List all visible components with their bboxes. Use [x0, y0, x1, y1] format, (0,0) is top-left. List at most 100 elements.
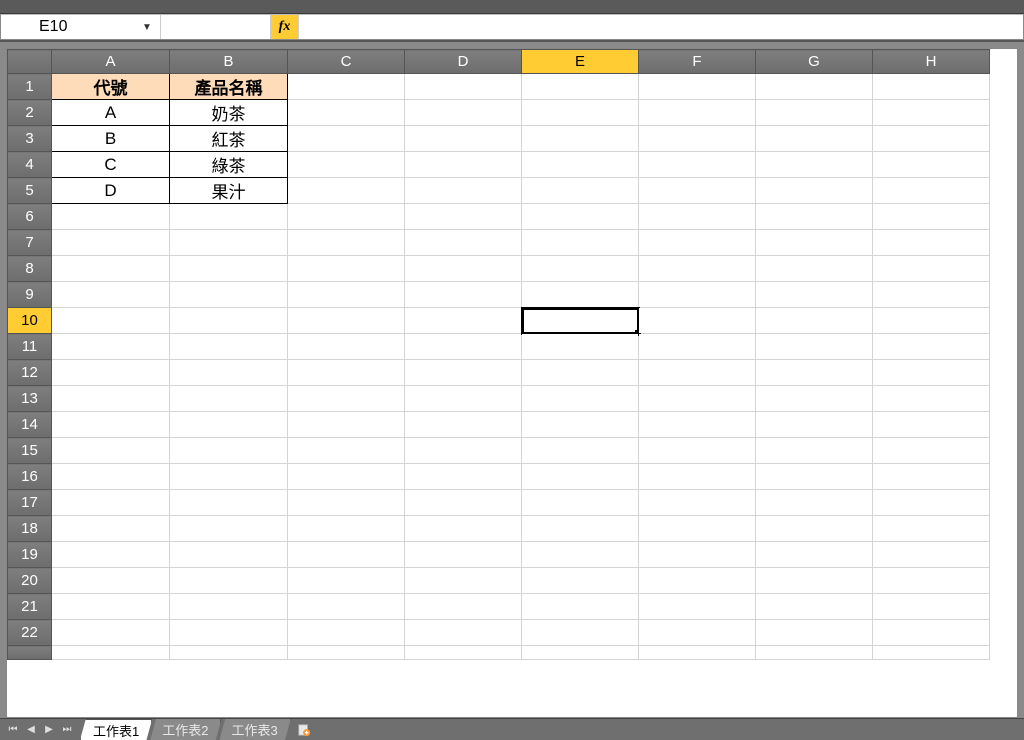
cell-D16[interactable]: [405, 464, 522, 490]
cell-F10[interactable]: [639, 308, 756, 334]
cell-G14[interactable]: [756, 412, 873, 438]
tab-next-icon[interactable]: ▶: [42, 723, 56, 737]
cell-D15[interactable]: [405, 438, 522, 464]
cell-A4[interactable]: C: [52, 152, 170, 178]
cell-G1[interactable]: [756, 74, 873, 100]
cell-C17[interactable]: [288, 490, 405, 516]
cell-A8[interactable]: [52, 256, 170, 282]
cell-D10[interactable]: [405, 308, 522, 334]
cell-C1[interactable]: [288, 74, 405, 100]
cell-E11[interactable]: [522, 334, 639, 360]
cell-H2[interactable]: [873, 100, 990, 126]
cell-B11[interactable]: [170, 334, 288, 360]
cell-F20[interactable]: [639, 568, 756, 594]
row-header-22[interactable]: 22: [8, 620, 52, 646]
cell-D8[interactable]: [405, 256, 522, 282]
cell-B14[interactable]: [170, 412, 288, 438]
cell-H5[interactable]: [873, 178, 990, 204]
cell-H21[interactable]: [873, 594, 990, 620]
cell-E20[interactable]: [522, 568, 639, 594]
new-sheet-button[interactable]: [289, 719, 319, 740]
cell-G20[interactable]: [756, 568, 873, 594]
cell-H7[interactable]: [873, 230, 990, 256]
cell-A1[interactable]: 代號: [52, 74, 170, 100]
insert-function-button[interactable]: fx: [271, 15, 299, 39]
cell-D-partial[interactable]: [405, 646, 522, 660]
cell-A13[interactable]: [52, 386, 170, 412]
cell-H15[interactable]: [873, 438, 990, 464]
col-header-C[interactable]: C: [288, 50, 405, 74]
row-header-1[interactable]: 1: [8, 74, 52, 100]
cell-D11[interactable]: [405, 334, 522, 360]
cell-C7[interactable]: [288, 230, 405, 256]
cell-B5[interactable]: 果汁: [170, 178, 288, 204]
cell-F15[interactable]: [639, 438, 756, 464]
cell-B18[interactable]: [170, 516, 288, 542]
cell-C20[interactable]: [288, 568, 405, 594]
row-header-20[interactable]: 20: [8, 568, 52, 594]
cell-H-partial[interactable]: [873, 646, 990, 660]
cell-B17[interactable]: [170, 490, 288, 516]
cell-D4[interactable]: [405, 152, 522, 178]
cell-A17[interactable]: [52, 490, 170, 516]
cell-H18[interactable]: [873, 516, 990, 542]
cell-A20[interactable]: [52, 568, 170, 594]
cell-F9[interactable]: [639, 282, 756, 308]
tab-prev-icon[interactable]: ◀: [24, 723, 38, 737]
cell-H4[interactable]: [873, 152, 990, 178]
cell-H19[interactable]: [873, 542, 990, 568]
cell-H6[interactable]: [873, 204, 990, 230]
cell-E10[interactable]: [522, 308, 639, 334]
row-header-12[interactable]: 12: [8, 360, 52, 386]
col-header-A[interactable]: A: [52, 50, 170, 74]
cell-E15[interactable]: [522, 438, 639, 464]
cell-B15[interactable]: [170, 438, 288, 464]
cell-D5[interactable]: [405, 178, 522, 204]
cell-F4[interactable]: [639, 152, 756, 178]
cell-E21[interactable]: [522, 594, 639, 620]
name-box-dropdown-icon[interactable]: ▼: [138, 18, 156, 36]
cell-C22[interactable]: [288, 620, 405, 646]
cell-B22[interactable]: [170, 620, 288, 646]
cell-G22[interactable]: [756, 620, 873, 646]
cell-H3[interactable]: [873, 126, 990, 152]
cell-B7[interactable]: [170, 230, 288, 256]
cell-A2[interactable]: A: [52, 100, 170, 126]
cell-F7[interactable]: [639, 230, 756, 256]
cell-E16[interactable]: [522, 464, 639, 490]
row-header-14[interactable]: 14: [8, 412, 52, 438]
cell-B9[interactable]: [170, 282, 288, 308]
cell-A3[interactable]: B: [52, 126, 170, 152]
col-header-F[interactable]: F: [639, 50, 756, 74]
spreadsheet-grid[interactable]: ABCDEFGH1代號產品名稱2A奶茶3B紅茶4C綠茶5D果汁678910111…: [6, 48, 1018, 718]
col-header-E[interactable]: E: [522, 50, 639, 74]
cell-G21[interactable]: [756, 594, 873, 620]
cell-H8[interactable]: [873, 256, 990, 282]
cell-C3[interactable]: [288, 126, 405, 152]
cell-C11[interactable]: [288, 334, 405, 360]
cell-H11[interactable]: [873, 334, 990, 360]
cell-B3[interactable]: 紅茶: [170, 126, 288, 152]
cell-E14[interactable]: [522, 412, 639, 438]
col-header-G[interactable]: G: [756, 50, 873, 74]
formula-input[interactable]: [299, 15, 1023, 39]
cell-H20[interactable]: [873, 568, 990, 594]
cell-H12[interactable]: [873, 360, 990, 386]
cell-E19[interactable]: [522, 542, 639, 568]
cell-F5[interactable]: [639, 178, 756, 204]
cell-G8[interactable]: [756, 256, 873, 282]
cell-F16[interactable]: [639, 464, 756, 490]
cell-D21[interactable]: [405, 594, 522, 620]
cell-A9[interactable]: [52, 282, 170, 308]
cell-E22[interactable]: [522, 620, 639, 646]
tab-first-icon[interactable]: ⏮: [6, 723, 20, 737]
cell-A11[interactable]: [52, 334, 170, 360]
cell-A18[interactable]: [52, 516, 170, 542]
cell-G-partial[interactable]: [756, 646, 873, 660]
cell-G2[interactable]: [756, 100, 873, 126]
cell-H17[interactable]: [873, 490, 990, 516]
cell-F22[interactable]: [639, 620, 756, 646]
cell-B8[interactable]: [170, 256, 288, 282]
sheet-tab-2[interactable]: 工作表2: [150, 719, 221, 740]
row-header-18[interactable]: 18: [8, 516, 52, 542]
